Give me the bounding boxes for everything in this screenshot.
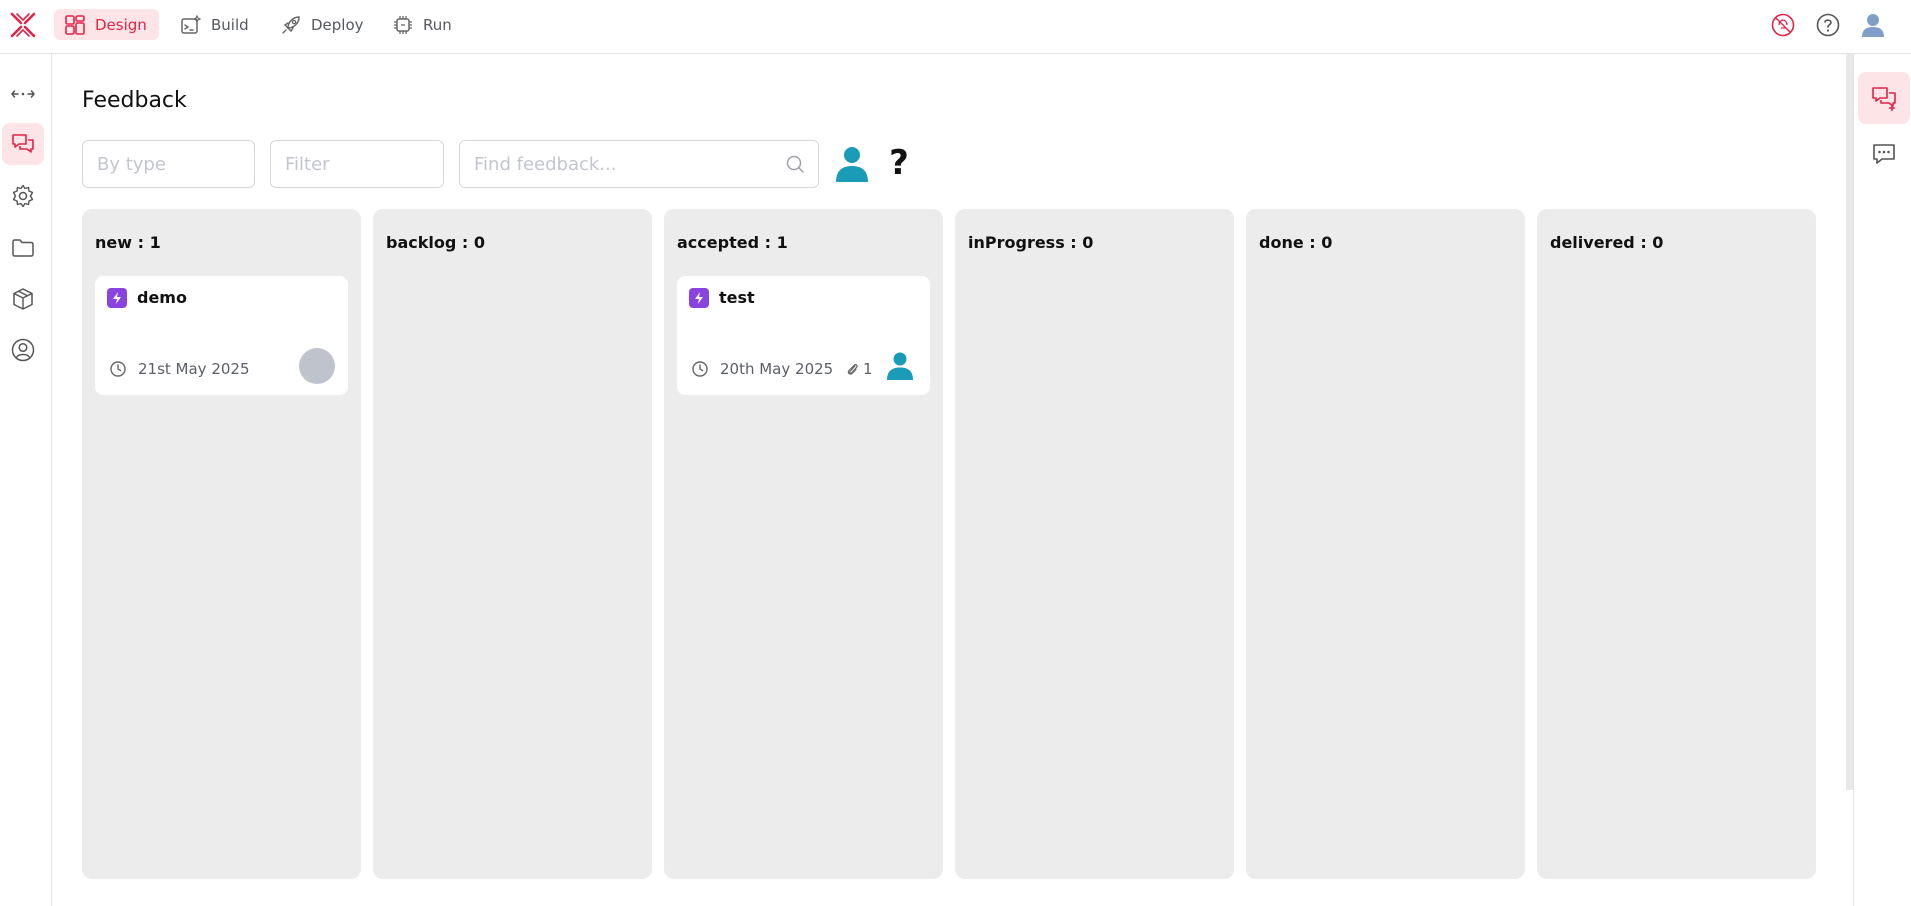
logo-x-icon bbox=[10, 12, 36, 38]
gear-icon bbox=[12, 184, 34, 208]
package-box-icon bbox=[13, 288, 33, 310]
right-sidebar bbox=[1853, 54, 1911, 906]
nav-run[interactable]: Run bbox=[382, 9, 464, 40]
sidebar-item-packages[interactable] bbox=[2, 278, 44, 320]
assignee-filter-button[interactable] bbox=[834, 145, 870, 183]
folder-icon bbox=[12, 239, 34, 257]
column-delivered: delivered : 0 bbox=[1537, 209, 1816, 879]
nav-build[interactable]: Build bbox=[170, 9, 261, 40]
feedback-chat-icon bbox=[12, 134, 34, 153]
unassigned-avatar[interactable] bbox=[299, 348, 335, 384]
nav-design-label: Design bbox=[95, 15, 147, 34]
sidebar-item-files[interactable] bbox=[2, 227, 44, 269]
filter-select[interactable] bbox=[270, 140, 444, 188]
lightning-icon bbox=[107, 288, 127, 308]
run-chip-icon bbox=[394, 15, 412, 34]
add-feedback-icon bbox=[1872, 87, 1896, 111]
attachment-count-value: 1 bbox=[863, 360, 873, 378]
user-avatar-icon bbox=[1862, 14, 1884, 37]
lightning-icon bbox=[689, 288, 709, 308]
nav-run-label: Run bbox=[423, 15, 452, 34]
app-logo[interactable] bbox=[8, 10, 38, 40]
build-icon bbox=[181, 14, 202, 34]
no-ai-toggle[interactable] bbox=[1768, 10, 1798, 40]
card-title: demo bbox=[137, 288, 187, 307]
comment-dots-icon bbox=[1873, 144, 1895, 164]
attachment-count: 1 bbox=[845, 360, 873, 378]
design-grid-icon bbox=[65, 14, 85, 35]
column-title: inProgress : 0 bbox=[968, 233, 1094, 252]
sidebar-item-collapse[interactable] bbox=[2, 73, 44, 115]
comments-button[interactable] bbox=[1858, 128, 1910, 180]
user-silhouette-icon bbox=[836, 147, 868, 182]
nav-design[interactable]: Design bbox=[54, 9, 159, 40]
column-new: new : 1 demo 21st May 2025 bbox=[82, 209, 361, 879]
column-title: new : 1 bbox=[95, 233, 161, 252]
scrollbar[interactable] bbox=[1846, 54, 1853, 790]
search-input[interactable] bbox=[472, 152, 784, 176]
column-inprogress: inProgress : 0 bbox=[955, 209, 1234, 879]
sidebar-item-feedback[interactable] bbox=[2, 123, 44, 165]
nav-build-label: Build bbox=[211, 15, 249, 34]
nav-deploy-label: Deploy bbox=[311, 15, 364, 34]
page-title: Feedback bbox=[82, 88, 187, 113]
sidebar-item-settings[interactable] bbox=[2, 175, 44, 217]
paperclip-icon bbox=[847, 363, 858, 375]
column-accepted: accepted : 1 test 20th May 2025 1 bbox=[664, 209, 943, 879]
help-question-button[interactable]: ? bbox=[884, 140, 914, 186]
column-backlog: backlog : 0 bbox=[373, 209, 652, 879]
search-field[interactable] bbox=[459, 140, 819, 188]
no-ai-icon bbox=[1771, 13, 1795, 37]
column-title: delivered : 0 bbox=[1550, 233, 1664, 252]
column-title: backlog : 0 bbox=[386, 233, 485, 252]
type-select-input[interactable] bbox=[95, 152, 242, 176]
help-circle-icon bbox=[1816, 13, 1840, 37]
clock-icon bbox=[692, 361, 708, 377]
top-bar: Design Build Deploy Run bbox=[0, 0, 1911, 54]
filter-select-input[interactable] bbox=[283, 152, 431, 176]
feedback-card[interactable]: demo 21st May 2025 bbox=[95, 276, 348, 395]
column-done: done : 0 bbox=[1246, 209, 1525, 879]
column-title: accepted : 1 bbox=[677, 233, 788, 252]
card-title: test bbox=[719, 288, 755, 307]
search-icon bbox=[786, 155, 804, 173]
left-sidebar bbox=[0, 54, 52, 906]
sidebar-item-account[interactable] bbox=[2, 329, 44, 371]
column-title: done : 0 bbox=[1259, 233, 1333, 252]
assignee-user-icon[interactable] bbox=[886, 351, 914, 381]
help-button[interactable] bbox=[1813, 10, 1843, 40]
rocket-icon bbox=[282, 15, 300, 34]
user-circle-icon bbox=[11, 338, 35, 362]
expand-arrows-icon bbox=[11, 90, 35, 98]
add-feedback-button[interactable] bbox=[1858, 72, 1910, 124]
nav-deploy[interactable]: Deploy bbox=[270, 9, 376, 40]
card-date: 20th May 2025 bbox=[720, 360, 834, 378]
feedback-card[interactable]: test 20th May 2025 1 bbox=[677, 276, 930, 395]
clock-icon bbox=[110, 361, 126, 377]
user-avatar-button[interactable] bbox=[1858, 10, 1888, 40]
type-select[interactable] bbox=[82, 140, 255, 188]
card-date: 21st May 2025 bbox=[138, 360, 250, 378]
